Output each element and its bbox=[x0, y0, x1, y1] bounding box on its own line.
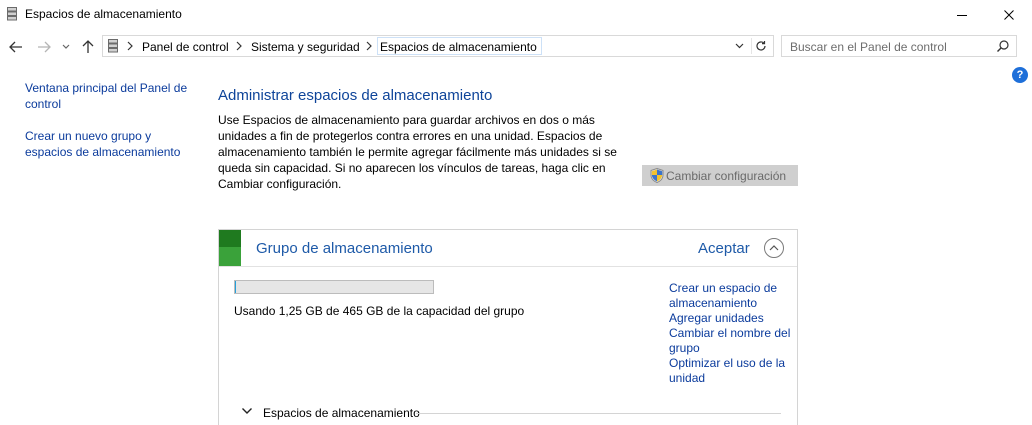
storage-spaces-icon bbox=[108, 39, 118, 53]
chevron-right-icon bbox=[366, 41, 372, 51]
chevron-down-icon bbox=[735, 43, 743, 49]
storage-pool-title: Grupo de almacenamiento bbox=[256, 240, 433, 257]
left-nav-create-pool[interactable]: Crear un nuevo grupo y espacios de almac… bbox=[25, 128, 190, 160]
window-title: Espacios de almacenamiento bbox=[25, 7, 182, 21]
storage-pool-header: Grupo de almacenamiento Aceptar bbox=[219, 230, 797, 267]
breadcrumb-storage-spaces[interactable]: Espacios de almacenamiento bbox=[377, 37, 542, 55]
section-divider bbox=[416, 413, 781, 414]
chevron-right-icon bbox=[236, 41, 242, 51]
search-placeholder: Buscar en el Panel de control bbox=[790, 40, 947, 54]
collapse-pool-button[interactable] bbox=[764, 238, 784, 258]
forward-button[interactable] bbox=[34, 36, 54, 58]
noop-final-22 bbox=[939, 0, 985, 30]
title-bar: Espacios de almacenamiento bbox=[0, 0, 1032, 30]
task-add-drives[interactable]: Agregar unidades bbox=[669, 311, 794, 326]
pool-usage-text: Usando 1,25 GB de 465 GB de la capacidad… bbox=[234, 304, 525, 318]
task-rename-pool[interactable]: Cambiar el nombre del grupo bbox=[669, 326, 794, 356]
back-button[interactable] bbox=[6, 36, 26, 58]
pool-accent-bottom bbox=[219, 247, 241, 266]
up-button[interactable] bbox=[78, 36, 98, 58]
pool-accent-top bbox=[219, 230, 241, 247]
close-icon bbox=[1004, 10, 1014, 20]
address-dropdown-button[interactable] bbox=[731, 38, 747, 54]
refresh-button[interactable] bbox=[751, 38, 770, 54]
page-description: Use Espacios de almacenamiento para guar… bbox=[218, 113, 617, 191]
search-icon[interactable] bbox=[996, 39, 1010, 53]
back-arrow-icon bbox=[9, 41, 22, 53]
storage-pool-status: Aceptar bbox=[698, 240, 750, 257]
help-icon[interactable]: ? bbox=[1012, 67, 1028, 83]
window-close[interactable] bbox=[986, 0, 1032, 30]
up-arrow-icon bbox=[82, 40, 94, 53]
storage-pool-panel: Grupo de almacenamiento Aceptar Usando 1… bbox=[218, 229, 798, 425]
pool-usage-fill bbox=[235, 281, 236, 293]
pool-usage-bar bbox=[234, 280, 434, 294]
uac-shield-icon bbox=[650, 168, 664, 183]
refresh-icon bbox=[756, 41, 766, 51]
page-title: Administrar espacios de almacenamiento bbox=[218, 87, 493, 104]
storage-spaces-app-icon bbox=[7, 7, 17, 21]
forward-arrow-icon bbox=[38, 41, 51, 53]
search-input[interactable]: Buscar en el Panel de control bbox=[781, 35, 1017, 57]
chevron-right-icon bbox=[127, 41, 133, 51]
storage-spaces-section-label[interactable]: Espacios de almacenamiento bbox=[263, 406, 420, 420]
breadcrumb-control-panel[interactable]: Panel de control bbox=[142, 40, 229, 54]
chevron-down-icon bbox=[62, 44, 70, 49]
recent-locations-button[interactable] bbox=[59, 36, 73, 58]
chevron-up-icon bbox=[769, 245, 779, 251]
task-optimize-drive-usage[interactable]: Optimizar el uso de la unidad bbox=[669, 356, 794, 386]
task-create-storage-space[interactable]: Crear un espacio de almacenamiento bbox=[669, 281, 794, 311]
breadcrumb-system-security[interactable]: Sistema y seguridad bbox=[251, 40, 360, 54]
chevron-down-icon[interactable] bbox=[241, 406, 253, 416]
address-bar[interactable]: Panel de control Sistema y seguridad Esp… bbox=[102, 35, 774, 57]
left-nav-control-panel-home[interactable]: Ventana principal del Panel de control bbox=[25, 80, 195, 112]
change-settings-button[interactable]: Cambiar configuración bbox=[642, 165, 798, 186]
change-settings-label: Cambiar configuración bbox=[666, 168, 787, 183]
